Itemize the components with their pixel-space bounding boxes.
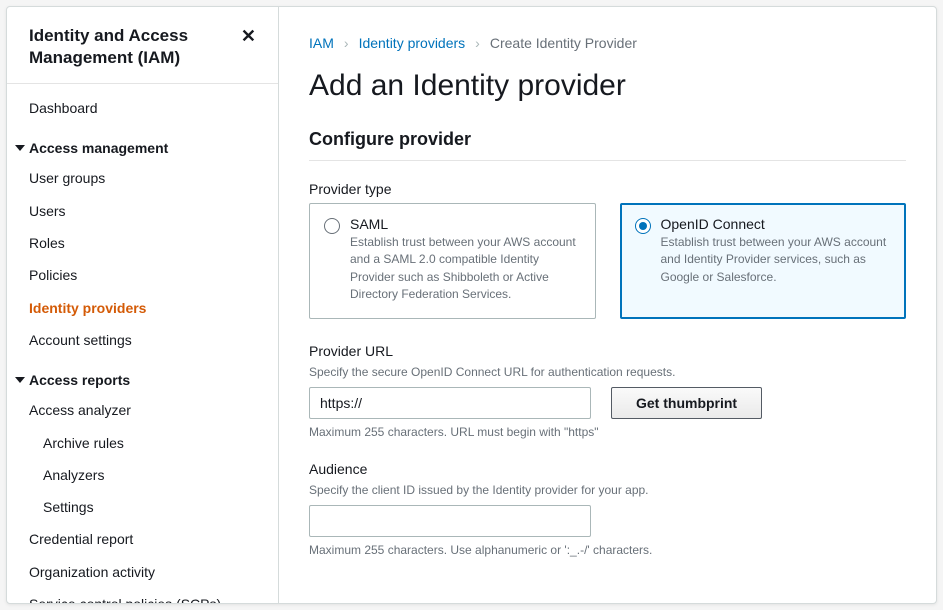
provider-type-options: SAML Establish trust between your AWS ac… bbox=[309, 203, 906, 319]
sidebar-title: Identity and Access Management (IAM) bbox=[29, 25, 241, 69]
audience-constraint: Maximum 255 characters. Use alphanumeric… bbox=[309, 543, 906, 557]
provider-url-help: Specify the secure OpenID Connect URL fo… bbox=[309, 365, 906, 379]
sidebar-header: Identity and Access Management (IAM) ✕ bbox=[7, 25, 278, 83]
audience-label: Audience bbox=[309, 461, 906, 477]
sidebar-item-organization-activity[interactable]: Organization activity bbox=[7, 556, 278, 588]
sidebar-item-archive-rules[interactable]: Archive rules bbox=[7, 427, 278, 459]
provider-url-constraint: Maximum 255 characters. URL must begin w… bbox=[309, 425, 906, 439]
sidebar-item-policies[interactable]: Policies bbox=[7, 259, 278, 291]
audience-help: Specify the client ID issued by the Iden… bbox=[309, 483, 906, 497]
sidebar-item-roles[interactable]: Roles bbox=[7, 227, 278, 259]
sidebar-section-access-management[interactable]: Access management bbox=[7, 134, 278, 162]
sidebar-section-label: Access reports bbox=[29, 372, 130, 388]
provider-url-input[interactable] bbox=[309, 387, 591, 419]
radio-body: SAML Establish trust between your AWS ac… bbox=[350, 216, 581, 304]
sidebar-nav: Dashboard Access management User groups … bbox=[7, 84, 278, 603]
provider-type-label: Provider type bbox=[309, 181, 906, 197]
iam-console-window: Identity and Access Management (IAM) ✕ D… bbox=[6, 6, 937, 604]
radio-card-openid-connect[interactable]: OpenID Connect Establish trust between y… bbox=[620, 203, 907, 319]
section-title-configure-provider: Configure provider bbox=[309, 129, 906, 161]
sidebar-item-scps[interactable]: Service control policies (SCPs) bbox=[7, 588, 278, 603]
sidebar-section-label: Access management bbox=[29, 140, 168, 156]
sidebar-item-access-analyzer[interactable]: Access analyzer bbox=[7, 394, 278, 426]
breadcrumb-iam[interactable]: IAM bbox=[309, 35, 334, 51]
radio-icon bbox=[324, 218, 340, 234]
provider-url-group: Provider URL Specify the secure OpenID C… bbox=[309, 343, 906, 439]
sidebar-item-identity-providers[interactable]: Identity providers bbox=[7, 292, 278, 324]
breadcrumb-current: Create Identity Provider bbox=[490, 35, 637, 51]
close-icon[interactable]: ✕ bbox=[241, 27, 256, 45]
get-thumbprint-button[interactable]: Get thumbprint bbox=[611, 387, 762, 419]
audience-input[interactable] bbox=[309, 505, 591, 537]
radio-title-oidc: OpenID Connect bbox=[661, 216, 892, 232]
caret-down-icon bbox=[15, 145, 25, 151]
provider-url-row: Get thumbprint bbox=[309, 387, 906, 419]
chevron-right-icon: › bbox=[344, 35, 349, 51]
sidebar-item-user-groups[interactable]: User groups bbox=[7, 162, 278, 194]
page-title: Add an Identity provider bbox=[309, 69, 906, 103]
radio-title-saml: SAML bbox=[350, 216, 581, 232]
sidebar: Identity and Access Management (IAM) ✕ D… bbox=[7, 7, 279, 603]
sidebar-item-account-settings[interactable]: Account settings bbox=[7, 324, 278, 356]
radio-icon bbox=[635, 218, 651, 234]
provider-url-label: Provider URL bbox=[309, 343, 906, 359]
sidebar-item-settings[interactable]: Settings bbox=[7, 491, 278, 523]
caret-down-icon bbox=[15, 377, 25, 383]
breadcrumb-identity-providers[interactable]: Identity providers bbox=[359, 35, 466, 51]
breadcrumb: IAM › Identity providers › Create Identi… bbox=[309, 35, 906, 51]
sidebar-item-dashboard[interactable]: Dashboard bbox=[7, 92, 278, 124]
radio-body: OpenID Connect Establish trust between y… bbox=[661, 216, 892, 286]
sidebar-item-credential-report[interactable]: Credential report bbox=[7, 523, 278, 555]
sidebar-item-users[interactable]: Users bbox=[7, 195, 278, 227]
radio-card-saml[interactable]: SAML Establish trust between your AWS ac… bbox=[309, 203, 596, 319]
provider-type-group: Provider type SAML Establish trust betwe… bbox=[309, 181, 906, 319]
radio-desc-oidc: Establish trust between your AWS account… bbox=[661, 234, 892, 286]
sidebar-section-access-reports[interactable]: Access reports bbox=[7, 366, 278, 394]
sidebar-item-analyzers[interactable]: Analyzers bbox=[7, 459, 278, 491]
audience-group: Audience Specify the client ID issued by… bbox=[309, 461, 906, 557]
main-content: IAM › Identity providers › Create Identi… bbox=[279, 7, 936, 603]
chevron-right-icon: › bbox=[475, 35, 480, 51]
radio-desc-saml: Establish trust between your AWS account… bbox=[350, 234, 581, 304]
